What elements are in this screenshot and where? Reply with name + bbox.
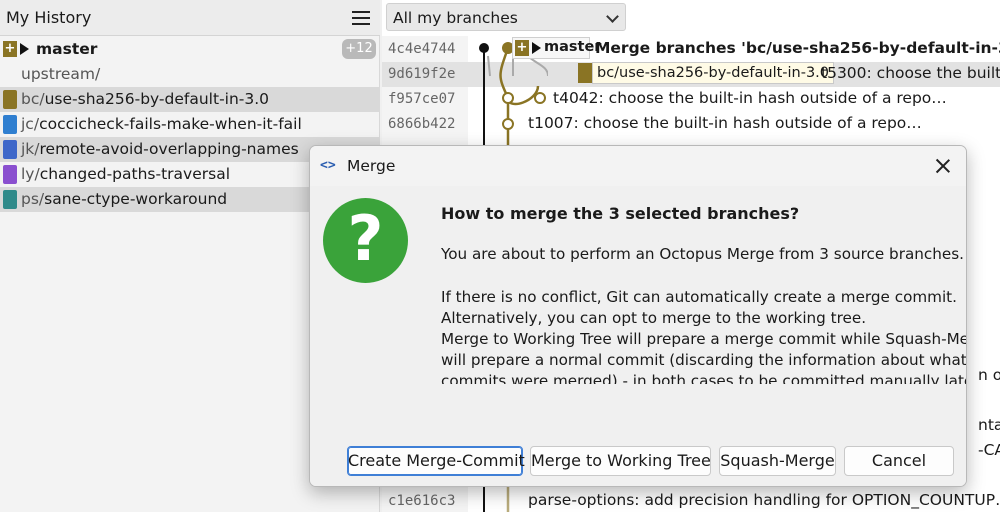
dialog-line: will prepare a normal commit (discarding… <box>441 351 967 369</box>
sidebar-item-label: upstream/ <box>21 65 101 83</box>
branch-name: changed-paths-traversal <box>39 165 230 183</box>
commit-message-fragment: -CAfr <box>978 441 1000 459</box>
sidebar-item-label: jc/coccicheck-fails-make-when-it-fail <box>21 115 302 133</box>
branch-name: remote-avoid-overlapping-names <box>39 140 299 158</box>
branch-name: coccicheck-fails-make-when-it-fail <box>39 115 302 133</box>
commit-hash[interactable]: 6866b422 <box>388 116 455 132</box>
branch-tag[interactable]: bc/use-sha256-by-default-in-3.0 <box>592 62 835 84</box>
expand-plus-icon[interactable]: + <box>515 40 529 56</box>
close-icon[interactable] <box>932 155 954 177</box>
sidebar-item-master[interactable]: + master +12 <box>0 37 380 62</box>
branch-color-swatch <box>3 140 17 159</box>
tag-label: master <box>544 39 602 55</box>
branch-name: use-sha256-by-default-in-3.0 <box>44 90 270 108</box>
branch-color-swatch <box>3 90 17 109</box>
hamburger-menu-icon[interactable] <box>352 11 370 25</box>
dialog-body: ? How to merge the 3 selected branches? … <box>310 186 967 390</box>
commit-message[interactable]: parse-options: add precision handling fo… <box>528 491 1000 509</box>
branch-filter-dropdown[interactable]: All my branches <box>386 3 626 31</box>
branch-tag-master[interactable]: + master <box>512 37 601 59</box>
sidebar-item-branch[interactable]: jc/coccicheck-fails-make-when-it-fail <box>0 112 380 137</box>
commit-count-badge: +12 <box>342 39 376 59</box>
commit-hash[interactable]: f957ce07 <box>388 91 455 107</box>
commit-hash[interactable]: 4c4e4744 <box>388 41 455 57</box>
dialog-line: Merge to Working Tree will prepare a mer… <box>441 330 967 348</box>
dialog-footer: Create Merge-Commit Merge to Working Tre… <box>310 384 966 486</box>
branch-name: sane-ctype-workaround <box>44 190 228 208</box>
branch-color-swatch <box>3 165 17 184</box>
commit-message[interactable]: t4042: choose the built-in hash outside … <box>553 89 947 107</box>
dialog-line: Alternatively, you can opt to merge to t… <box>441 309 867 327</box>
dialog-heading: How to merge the 3 selected branches? <box>441 204 800 223</box>
sidebar-item-label: bc/use-sha256-by-default-in-3.0 <box>21 90 269 108</box>
dialog-title: Merge <box>347 157 396 175</box>
sidebar-item-branch[interactable]: bc/use-sha256-by-default-in-3.0 <box>0 87 380 112</box>
chevron-down-icon <box>606 10 619 23</box>
dialog-paragraph: You are about to perform an Octopus Merg… <box>441 245 964 263</box>
branch-color-swatch <box>3 115 17 134</box>
merge-to-working-tree-button[interactable]: Merge to Working Tree <box>530 446 711 476</box>
current-branch-triangle-icon <box>532 42 541 54</box>
commit-hash[interactable]: 9d619f2e <box>388 66 455 82</box>
expand-plus-icon[interactable]: + <box>3 41 17 57</box>
commit-message[interactable]: t1007: choose the built-in hash outside … <box>528 114 922 132</box>
app-icon: <> <box>320 158 336 173</box>
sidebar-item-label: master <box>36 40 98 58</box>
commit-message[interactable]: t5300: choose the built- <box>821 64 1000 82</box>
branch-prefix: ps/ <box>21 190 45 208</box>
sidebar-item-label: ly/changed-paths-traversal <box>21 165 230 183</box>
sidebar-item-label: ps/sane-ctype-workaround <box>21 190 227 208</box>
branch-color-swatch <box>3 190 17 209</box>
commit-message-fragment: ntatio <box>978 416 1000 434</box>
sidebar-item-upstream[interactable]: upstream/ <box>0 62 380 87</box>
branch-prefix: bc/ <box>21 90 45 108</box>
commit-message[interactable]: Merge branches 'bc/use-sha256-by-default… <box>595 39 1000 57</box>
current-branch-triangle-icon <box>20 43 29 55</box>
sidebar-header: My History <box>0 0 380 36</box>
sidebar-item-label: jk/remote-avoid-overlapping-names <box>21 140 299 158</box>
commit-hash[interactable]: c1e616c3 <box>388 493 455 509</box>
branch-color-swatch <box>578 63 592 83</box>
dialog-line: If there is no conflict, Git can automat… <box>441 288 957 306</box>
branch-prefix: jk/ <box>21 140 40 158</box>
create-merge-commit-button[interactable]: Create Merge-Commit <box>347 446 525 476</box>
squash-merge-button[interactable]: Squash-Merge <box>719 446 836 476</box>
merge-dialog: <> Merge ? How to merge the 3 selected b… <box>309 145 967 487</box>
cancel-button[interactable]: Cancel <box>844 446 954 476</box>
question-icon: ? <box>323 198 408 283</box>
sidebar-title: My History <box>6 8 92 27</box>
branch-prefix: jc/ <box>21 115 40 133</box>
branch-prefix: ly/ <box>21 165 40 183</box>
dialog-titlebar: <> Merge <box>310 146 966 186</box>
branch-filter-value: All my branches <box>393 9 518 27</box>
commit-message-fragment: n of s <box>978 366 1000 384</box>
